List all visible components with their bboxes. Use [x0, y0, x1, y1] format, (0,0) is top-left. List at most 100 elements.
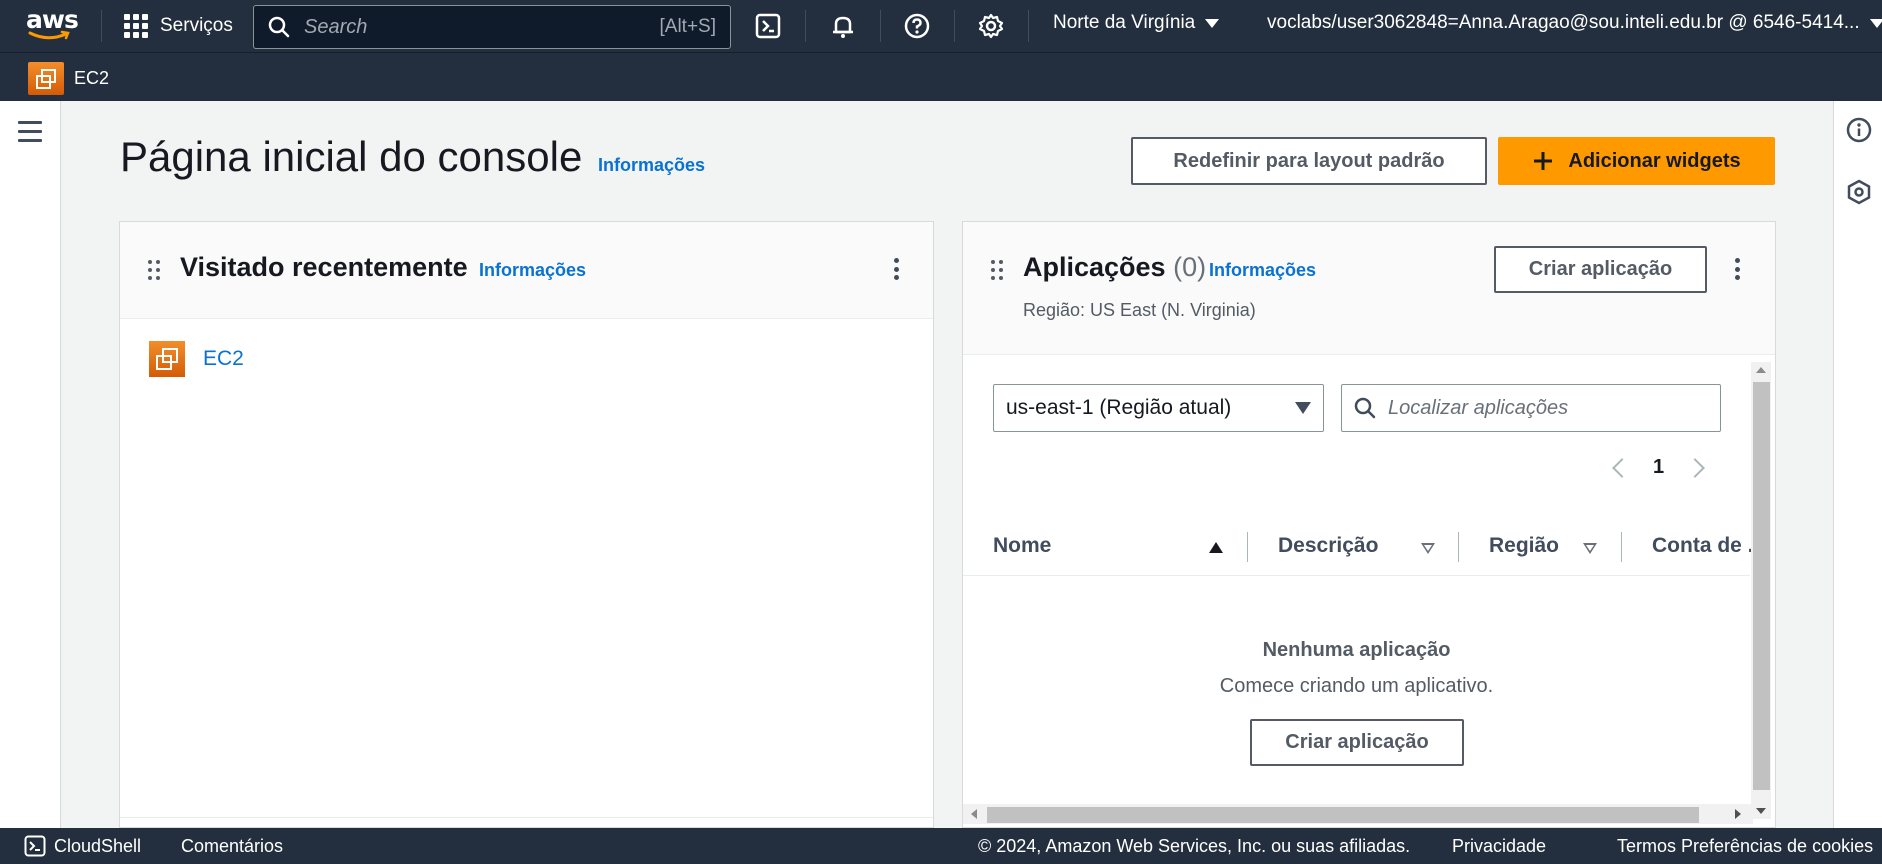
favorite-ec2-link[interactable]: EC2	[28, 62, 109, 95]
find-applications-input[interactable]: Localizar aplicações	[1341, 384, 1721, 432]
nav-divider	[954, 10, 955, 42]
create-application-label: Criar aplicação	[1528, 258, 1673, 280]
caret-down-icon	[1205, 18, 1220, 28]
favorite-ec2-label: EC2	[74, 68, 110, 88]
gear-icon	[978, 13, 1004, 39]
ec2-icon	[28, 62, 64, 95]
column-header-description[interactable]: Descrição	[1278, 534, 1378, 558]
account-label: voclabs/user3062848=Anna.Aragao@sou.inte…	[1267, 12, 1860, 33]
search-input[interactable]: Search [Alt+S]	[253, 5, 731, 49]
vertical-scrollbar[interactable]	[1751, 362, 1771, 819]
widget-header: Visitado recentemente Informações	[120, 222, 933, 319]
terms-link[interactable]: Termos	[1617, 836, 1676, 857]
info-icon[interactable]	[1846, 117, 1872, 143]
page-info-link[interactable]: Informações	[598, 155, 705, 176]
footer: CloudShell Comentários © 2024, Amazon We…	[0, 828, 1882, 864]
find-applications-placeholder: Localizar aplicações	[1388, 396, 1569, 419]
services-label: Serviços	[160, 15, 233, 36]
add-widgets-button[interactable]: Adicionar widgets	[1498, 137, 1775, 185]
apps-region-text: Região: US East (N. Virginia)	[1023, 300, 1256, 320]
cloudshell-button[interactable]	[754, 12, 782, 40]
search-placeholder: Search	[304, 15, 368, 38]
settings-button[interactable]	[977, 12, 1005, 40]
scroll-left-icon[interactable]	[971, 809, 977, 819]
empty-create-application-button[interactable]: Criar aplicação	[1250, 719, 1464, 766]
aws-logo-text: aws	[26, 5, 79, 34]
widget-title: Visitado recentemente	[180, 252, 468, 282]
column-divider[interactable]	[1621, 532, 1622, 562]
cookie-preferences-link[interactable]: Preferências de cookies	[1681, 836, 1873, 857]
search-icon	[268, 16, 290, 38]
privacy-link[interactable]: Privacidade	[1452, 836, 1546, 857]
empty-state-subtitle: Comece criando um aplicativo.	[1219, 675, 1494, 697]
region-filter-value: us-east-1 (Região atual)	[1006, 396, 1232, 419]
more-options-icon[interactable]	[890, 256, 902, 282]
scrollbar-thumb[interactable]	[1753, 382, 1770, 790]
menu-icon[interactable]	[18, 121, 42, 148]
chevron-right-icon[interactable]	[1685, 457, 1706, 478]
nav-divider	[880, 10, 881, 42]
widget-info-link[interactable]: Informações	[1209, 260, 1316, 281]
apps-count: (0)	[1173, 252, 1207, 282]
more-options-icon[interactable]	[1731, 256, 1743, 282]
drag-handle-icon[interactable]	[991, 260, 1003, 280]
create-application-button[interactable]: Criar aplicação	[1494, 246, 1707, 293]
reset-layout-label: Redefinir para layout padrão	[1173, 149, 1445, 172]
terminal-icon	[24, 835, 46, 857]
widget-info-link[interactable]: Informações	[479, 260, 586, 281]
hexagon-icon[interactable]	[1846, 179, 1872, 205]
column-header-account[interactable]: Conta de ...	[1652, 534, 1765, 558]
search-icon	[1354, 397, 1376, 419]
empty-create-application-label: Criar aplicação	[1285, 731, 1429, 753]
bell-icon	[833, 16, 853, 38]
applications-table-header: Nome Descrição Região Conta de ...	[963, 518, 1765, 576]
column-divider[interactable]	[1247, 532, 1248, 562]
sort-ascending-icon[interactable]	[1209, 542, 1223, 553]
apps-title: Aplicações	[1023, 252, 1166, 282]
cloudshell-footer-button[interactable]: CloudShell	[24, 835, 141, 857]
aws-logo[interactable]: aws	[26, 5, 79, 42]
search-shortcut: [Alt+S]	[659, 16, 717, 37]
notifications-button[interactable]	[829, 12, 857, 40]
plus-icon	[1534, 152, 1553, 170]
help-button[interactable]	[903, 12, 931, 40]
pagination: 1	[1612, 456, 1706, 479]
aws-smile-icon	[28, 30, 70, 40]
chevron-left-icon[interactable]	[1612, 457, 1632, 478]
feedback-link[interactable]: Comentários	[181, 836, 283, 857]
reset-layout-button[interactable]: Redefinir para layout padrão	[1131, 137, 1487, 185]
divider	[120, 817, 933, 818]
applications-widget: Aplicações (0) Informações Região: US Ea…	[962, 221, 1776, 828]
grid-icon	[124, 14, 148, 38]
column-header-region[interactable]: Região	[1489, 534, 1559, 558]
sort-icon[interactable]	[1583, 543, 1597, 554]
scroll-down-icon[interactable]	[1756, 808, 1766, 814]
empty-state-title: Nenhuma aplicação	[1262, 639, 1451, 661]
current-page[interactable]: 1	[1653, 456, 1664, 479]
column-header-name[interactable]: Nome	[993, 534, 1051, 558]
region-filter-select[interactable]: us-east-1 (Região atual)	[993, 384, 1324, 432]
cloudshell-label: CloudShell	[54, 835, 142, 856]
add-widgets-label: Adicionar widgets	[1568, 149, 1741, 172]
drag-handle-icon[interactable]	[148, 260, 160, 280]
ec2-icon	[149, 341, 185, 377]
terminal-icon	[755, 13, 781, 39]
nav-divider	[101, 10, 102, 42]
column-divider[interactable]	[1458, 532, 1459, 562]
nav-divider	[805, 10, 806, 42]
copyright-text: © 2024, Amazon Web Services, Inc. ou sua…	[978, 836, 1411, 856]
recent-item-label: EC2	[203, 347, 244, 370]
region-label: Norte da Virgínia	[1053, 12, 1196, 33]
scroll-up-icon[interactable]	[1756, 367, 1766, 373]
favorites-bar: EC2	[0, 52, 1882, 101]
left-rail	[0, 101, 61, 828]
region-selector[interactable]: Norte da Virgínia	[1053, 12, 1220, 34]
scroll-right-icon[interactable]	[1735, 809, 1741, 819]
sort-icon[interactable]	[1421, 543, 1435, 554]
horizontal-scrollbar[interactable]	[963, 804, 1753, 824]
account-menu[interactable]: voclabs/user3062848=Anna.Aragao@sou.inte…	[1267, 12, 1882, 34]
services-menu-button[interactable]: Serviços	[124, 12, 233, 40]
right-rail	[1833, 101, 1882, 828]
scrollbar-thumb[interactable]	[987, 807, 1699, 823]
recent-item-ec2[interactable]: EC2	[149, 341, 244, 377]
